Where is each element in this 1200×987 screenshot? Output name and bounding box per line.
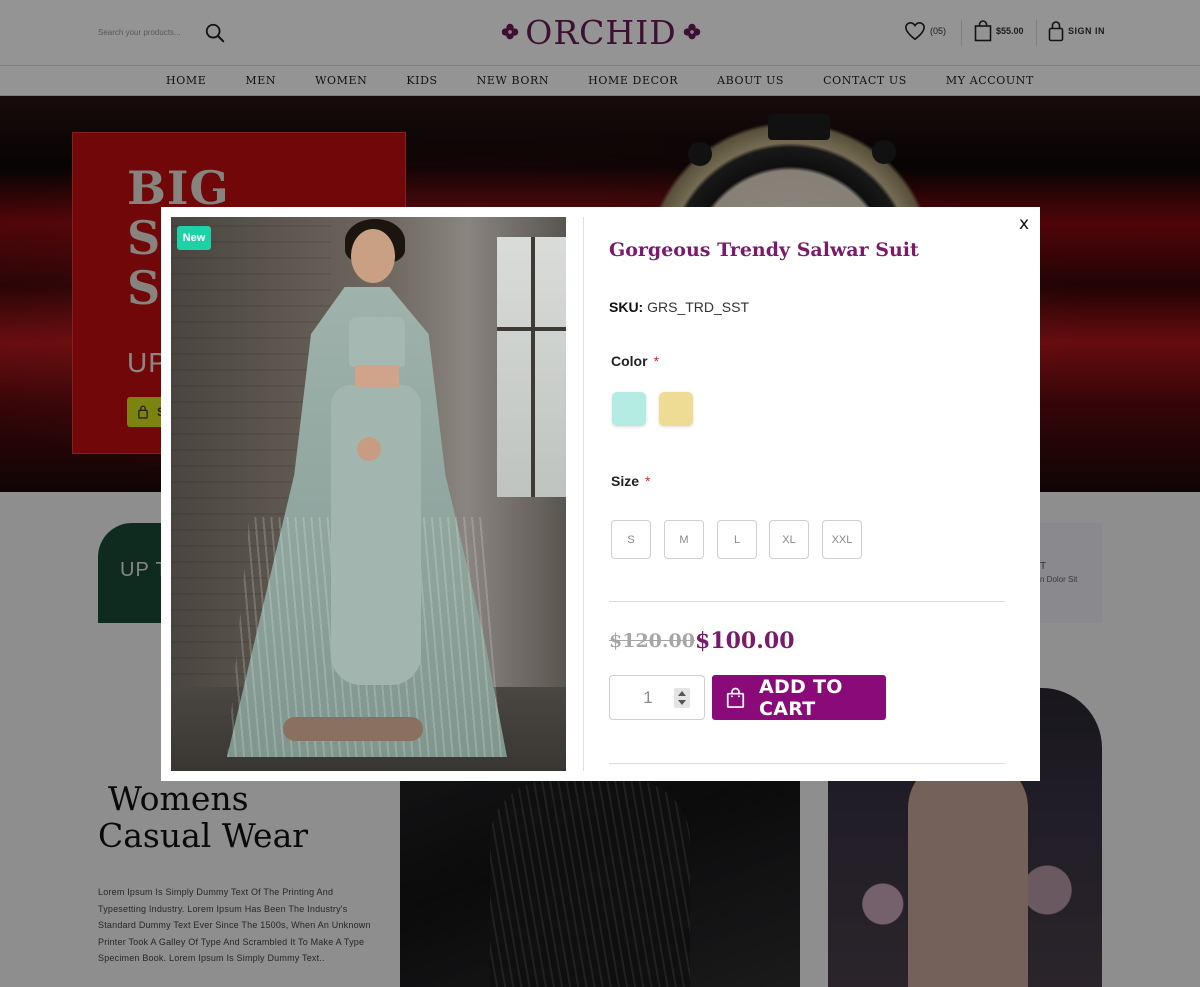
required-mark: * <box>645 473 651 489</box>
image-midriff <box>355 365 399 387</box>
image-crop-top <box>349 317 405 367</box>
image-window-frame <box>531 237 535 497</box>
old-price: $120.00 <box>609 630 695 652</box>
size-option-xl[interactable]: XL <box>769 520 809 559</box>
image-dhoti-pants <box>331 385 421 685</box>
size-option-s[interactable]: S <box>611 520 651 559</box>
decrement-arrow-icon[interactable] <box>678 700 686 705</box>
image-face <box>351 229 395 283</box>
color-swatch-mint[interactable] <box>612 392 646 426</box>
add-to-cart-button[interactable]: ADD TO CART <box>712 675 886 720</box>
required-mark: * <box>653 353 660 369</box>
quantity-input[interactable] <box>628 686 668 710</box>
product-sku: SKU: GRS_TRD_SST <box>609 299 749 315</box>
quantity-spinner[interactable] <box>674 688 690 708</box>
size-option-xxl[interactable]: XXL <box>822 520 862 559</box>
sale-price: $100.00 <box>695 628 795 654</box>
image-hands <box>357 437 381 461</box>
add-to-cart-label: ADD TO CART <box>758 675 843 720</box>
sku-value: GRS_TRD_SST <box>647 299 750 315</box>
color-swatch-sand[interactable] <box>659 392 693 426</box>
modal-divider <box>583 217 584 771</box>
image-feet <box>283 717 423 741</box>
image-window-frame <box>497 327 566 331</box>
sku-label: SKU: <box>609 299 644 315</box>
modal-bottom-divider <box>609 763 1005 764</box>
color-label: Color * <box>611 353 659 369</box>
close-button[interactable]: x <box>1014 214 1034 234</box>
size-label-text: Size <box>611 473 640 489</box>
quantity-stepper <box>609 675 705 720</box>
increment-arrow-icon[interactable] <box>678 691 686 696</box>
new-badge: New <box>177 226 211 250</box>
size-option-m[interactable]: M <box>664 520 704 559</box>
product-image <box>171 217 566 771</box>
color-label-text: Color <box>611 353 648 369</box>
shopping-bag-icon <box>726 687 745 708</box>
price-divider <box>609 601 1005 602</box>
size-option-l[interactable]: L <box>717 520 757 559</box>
product-title: Gorgeous Trendy Salwar Suit <box>609 239 919 261</box>
size-label: Size * <box>611 473 650 489</box>
